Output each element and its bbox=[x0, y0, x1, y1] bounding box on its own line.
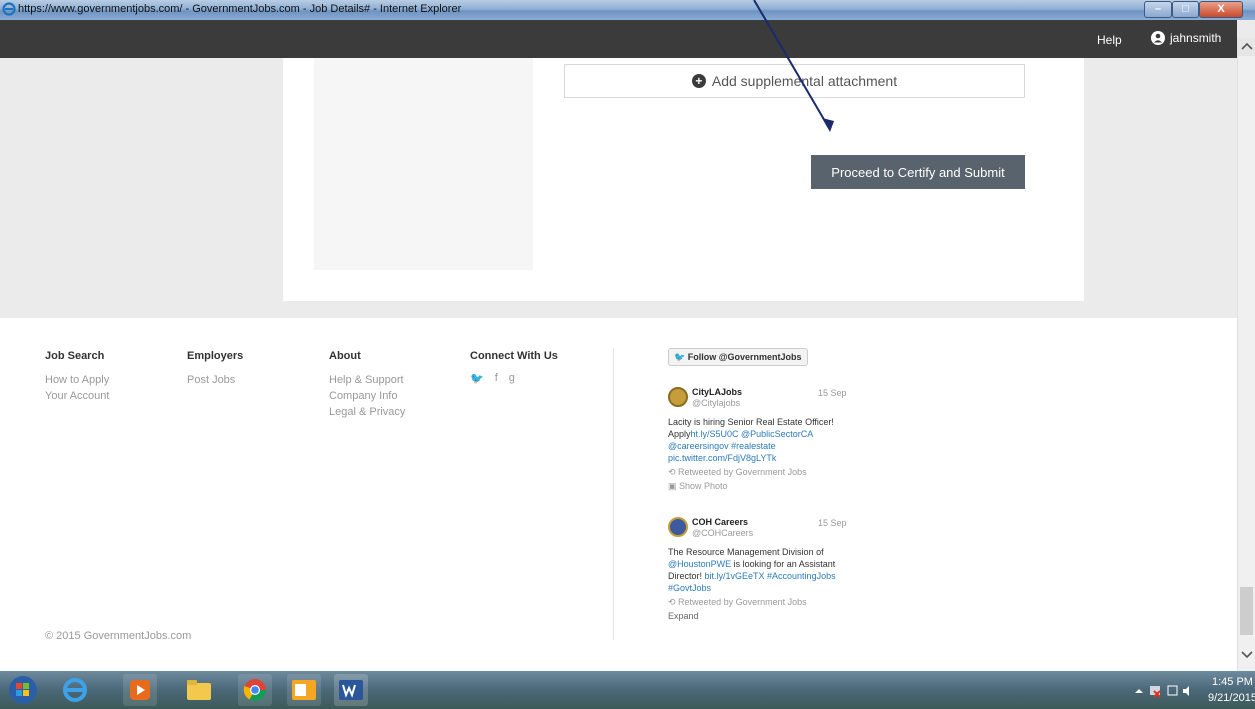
footer-heading: Job Search bbox=[45, 350, 105, 362]
taskbar-outlook[interactable] bbox=[287, 674, 321, 706]
expand-label: Expand bbox=[668, 611, 699, 621]
system-tray-icons[interactable] bbox=[1133, 684, 1193, 698]
show-photo-label: Show Photo bbox=[679, 481, 728, 491]
media-player-icon bbox=[130, 680, 150, 700]
retweet-text: Retweeted by Government Jobs bbox=[678, 597, 807, 607]
avatar[interactable] bbox=[668, 517, 688, 537]
site-navbar: Help jahnsmith bbox=[0, 20, 1237, 58]
internet-explorer-icon bbox=[2, 2, 16, 16]
plus-circle-icon: + bbox=[691, 74, 706, 88]
how-to-apply-link[interactable]: How to Apply bbox=[45, 372, 109, 388]
maximize-button[interactable]: □ bbox=[1172, 1, 1199, 18]
user-icon bbox=[1151, 31, 1165, 45]
page-footer bbox=[0, 318, 1237, 671]
outlook-icon bbox=[292, 680, 316, 700]
taskbar-media-player[interactable] bbox=[123, 674, 157, 706]
tweet-item: COH Careers @COHCareers 15 Sep The Resou… bbox=[668, 517, 878, 637]
tweet-handle[interactable]: @Citylajobs bbox=[692, 398, 740, 408]
tweet-author[interactable]: CityLAJobs bbox=[692, 387, 742, 397]
retweet-label: ⟲ Retweeted by Government Jobs bbox=[668, 597, 807, 607]
tweet-author[interactable]: COH Careers bbox=[692, 517, 748, 527]
scroll-up-button[interactable] bbox=[1238, 38, 1255, 56]
help-support-link[interactable]: Help & Support bbox=[329, 372, 405, 388]
folder-icon bbox=[187, 680, 211, 700]
twitter-bird-icon: 🐦 bbox=[674, 352, 686, 362]
word-icon bbox=[339, 680, 363, 700]
show-photo-link[interactable]: ▣ Show Photo bbox=[668, 480, 848, 492]
attach-label: Add supplemental attachment bbox=[711, 73, 898, 89]
system-clock[interactable]: 1:45 PM 9/21/2015 bbox=[1208, 674, 1255, 706]
clock-time: 1:45 PM bbox=[1211, 676, 1253, 688]
legal-privacy-link[interactable]: Legal & Privacy bbox=[329, 404, 405, 420]
footer-col-connect: Connect With Us 🐦 f g bbox=[470, 350, 558, 385]
taskbar-chrome[interactable] bbox=[238, 674, 272, 706]
avatar[interactable] bbox=[668, 387, 688, 407]
taskbar-word[interactable] bbox=[334, 674, 368, 706]
footer-heading: Employers bbox=[187, 350, 244, 362]
footer-heading: About bbox=[329, 350, 361, 362]
internet-explorer-icon bbox=[63, 678, 87, 702]
tweet-mention[interactable]: @HoustonPWE bbox=[668, 559, 731, 569]
footer-col-job-search: Job Search How to Apply Your Account bbox=[45, 350, 109, 404]
google-plus-icon[interactable]: g bbox=[509, 372, 515, 385]
your-account-link[interactable]: Your Account bbox=[45, 388, 109, 404]
vertical-scrollbar[interactable] bbox=[1237, 38, 1255, 671]
user-menu[interactable]: jahnsmith bbox=[1151, 31, 1221, 45]
windows-start-icon bbox=[9, 676, 37, 704]
copyright-text: © 2015 GovernmentJobs.com bbox=[45, 630, 192, 642]
tweet-date[interactable]: 15 Sep bbox=[818, 518, 847, 528]
scroll-down-button[interactable] bbox=[1238, 645, 1255, 665]
follow-button[interactable]: 🐦 Follow @GovernmentJobs bbox=[668, 348, 808, 366]
expand-link[interactable]: Expand bbox=[668, 610, 848, 622]
add-attachment-button[interactable]: + Add supplemental attachment bbox=[564, 64, 1025, 98]
tweet-item: CityLAJobs @Citylajobs 15 Sep Lacity is … bbox=[668, 387, 878, 507]
follow-label: Follow @GovernmentJobs bbox=[687, 352, 802, 362]
help-link[interactable]: Help bbox=[1097, 33, 1122, 47]
facebook-icon[interactable]: f bbox=[495, 372, 498, 385]
footer-col-about: About Help & Support Company Info Legal … bbox=[329, 350, 405, 420]
tweet-text: The Resource Management Division of @Hou… bbox=[668, 546, 848, 622]
window-title: https://www.governmentjobs.com/ - Govern… bbox=[18, 3, 462, 15]
footer-divider bbox=[613, 348, 614, 640]
tweet-date[interactable]: 15 Sep bbox=[818, 388, 847, 398]
post-jobs-link[interactable]: Post Jobs bbox=[187, 372, 243, 388]
submit-label: Proceed to Certify and Submit bbox=[831, 164, 1005, 180]
close-button[interactable]: X bbox=[1199, 1, 1243, 18]
company-info-link[interactable]: Company Info bbox=[329, 388, 405, 404]
tweet-text: Lacity is hiring Senior Real Estate Offi… bbox=[668, 416, 848, 492]
username-label: jahnsmith bbox=[1170, 31, 1222, 45]
chevron-down-icon bbox=[1241, 651, 1253, 659]
tweet-links[interactable]: ht.ly/S5U0C @PublicSectorCA @careersingo… bbox=[668, 429, 813, 463]
left-sidebar-panel bbox=[314, 58, 533, 270]
scroll-thumb[interactable] bbox=[1240, 587, 1253, 635]
taskbar-ie[interactable] bbox=[58, 674, 92, 706]
retweet-text: Retweeted by Government Jobs bbox=[678, 467, 807, 477]
clock-date: 9/21/2015 bbox=[1208, 692, 1255, 704]
retweet-label: ⟲ Retweeted by Government Jobs bbox=[668, 467, 807, 477]
proceed-certify-submit-button[interactable]: Proceed to Certify and Submit bbox=[811, 155, 1025, 189]
tweet-handle[interactable]: @COHCareers bbox=[692, 528, 753, 538]
window-titlebar: https://www.governmentjobs.com/ - Govern… bbox=[0, 0, 1255, 20]
chevron-up-icon bbox=[1241, 42, 1253, 50]
chrome-icon bbox=[243, 679, 266, 701]
start-button[interactable] bbox=[6, 674, 40, 706]
twitter-icon[interactable]: 🐦 bbox=[470, 372, 484, 385]
tweet-body: The Resource Management Division of bbox=[668, 547, 824, 557]
minimize-button[interactable]: – bbox=[1144, 1, 1172, 18]
footer-col-employers: Employers Post Jobs bbox=[187, 350, 243, 388]
taskbar-explorer[interactable] bbox=[182, 674, 216, 706]
windows-taskbar: 1:45 PM 9/21/2015 bbox=[0, 671, 1255, 709]
footer-heading: Connect With Us bbox=[470, 350, 558, 362]
